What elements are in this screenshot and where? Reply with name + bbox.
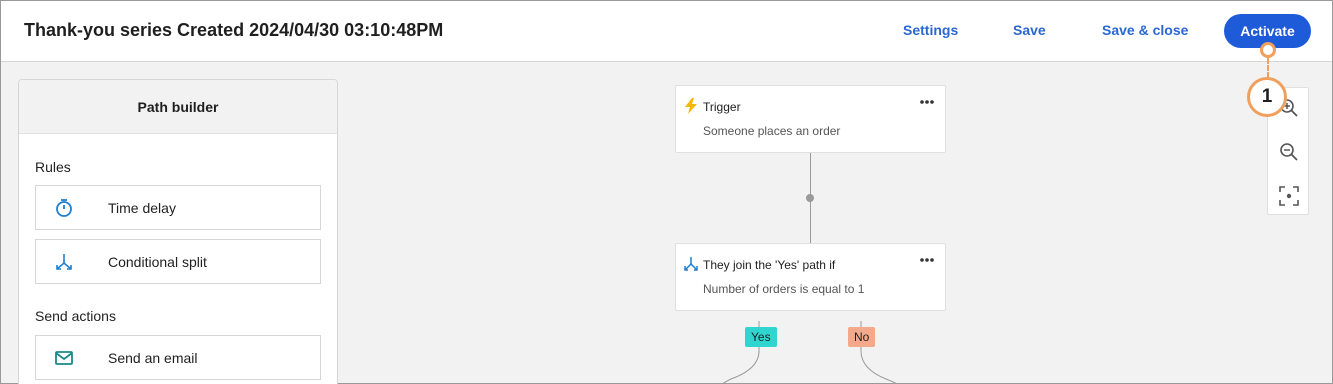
condition-card[interactable]: They join the 'Yes' path if Number of or… xyxy=(675,243,946,311)
fit-to-screen-icon[interactable] xyxy=(1277,184,1301,208)
trigger-card[interactable]: Trigger Someone places an order xyxy=(675,85,946,153)
conditional-split-label: Conditional split xyxy=(108,254,207,270)
stopwatch-icon xyxy=(56,199,72,217)
yes-branch-tag: Yes xyxy=(745,327,777,347)
path-builder-title: Path builder xyxy=(19,80,337,134)
more-options-icon[interactable] xyxy=(919,96,935,108)
save-and-close-button[interactable]: Save & close xyxy=(1102,22,1188,38)
trigger-title: Trigger xyxy=(703,100,741,114)
condition-subtitle: Number of orders is equal to 1 xyxy=(703,282,865,296)
more-options-icon[interactable] xyxy=(919,254,935,266)
split-icon xyxy=(684,257,698,271)
page-title: Thank-you series Created 2024/04/30 03:1… xyxy=(24,20,444,40)
zoom-out-icon[interactable] xyxy=(1277,140,1301,164)
settings-button[interactable]: Settings xyxy=(903,22,958,38)
condition-title: They join the 'Yes' path if xyxy=(703,258,836,272)
path-builder-panel: Path builder Rules Time delay Conditiona… xyxy=(18,79,338,384)
save-button[interactable]: Save xyxy=(1013,22,1046,38)
send-email-tool[interactable]: Send an email xyxy=(35,335,321,380)
top-header: Thank-you series Created 2024/04/30 03:1… xyxy=(1,1,1332,62)
time-delay-tool[interactable]: Time delay xyxy=(35,185,321,230)
split-icon xyxy=(56,254,72,270)
app-window: Thank-you series Created 2024/04/30 03:1… xyxy=(0,0,1333,384)
conditional-split-tool[interactable]: Conditional split xyxy=(35,239,321,284)
lightning-icon xyxy=(685,98,697,114)
trigger-subtitle: Someone places an order xyxy=(703,124,841,138)
no-branch-tag: No xyxy=(848,327,876,347)
callout-leader-line xyxy=(1267,58,1269,78)
add-step-dot[interactable] xyxy=(806,194,814,202)
envelope-icon xyxy=(55,351,73,365)
callout-pointer xyxy=(1260,42,1276,58)
callout-badge: 1 xyxy=(1247,77,1287,117)
send-email-label: Send an email xyxy=(108,350,198,366)
send-actions-heading: Send actions xyxy=(35,308,116,324)
time-delay-label: Time delay xyxy=(108,200,176,216)
rules-heading: Rules xyxy=(35,159,71,175)
branch-lines xyxy=(721,321,899,384)
